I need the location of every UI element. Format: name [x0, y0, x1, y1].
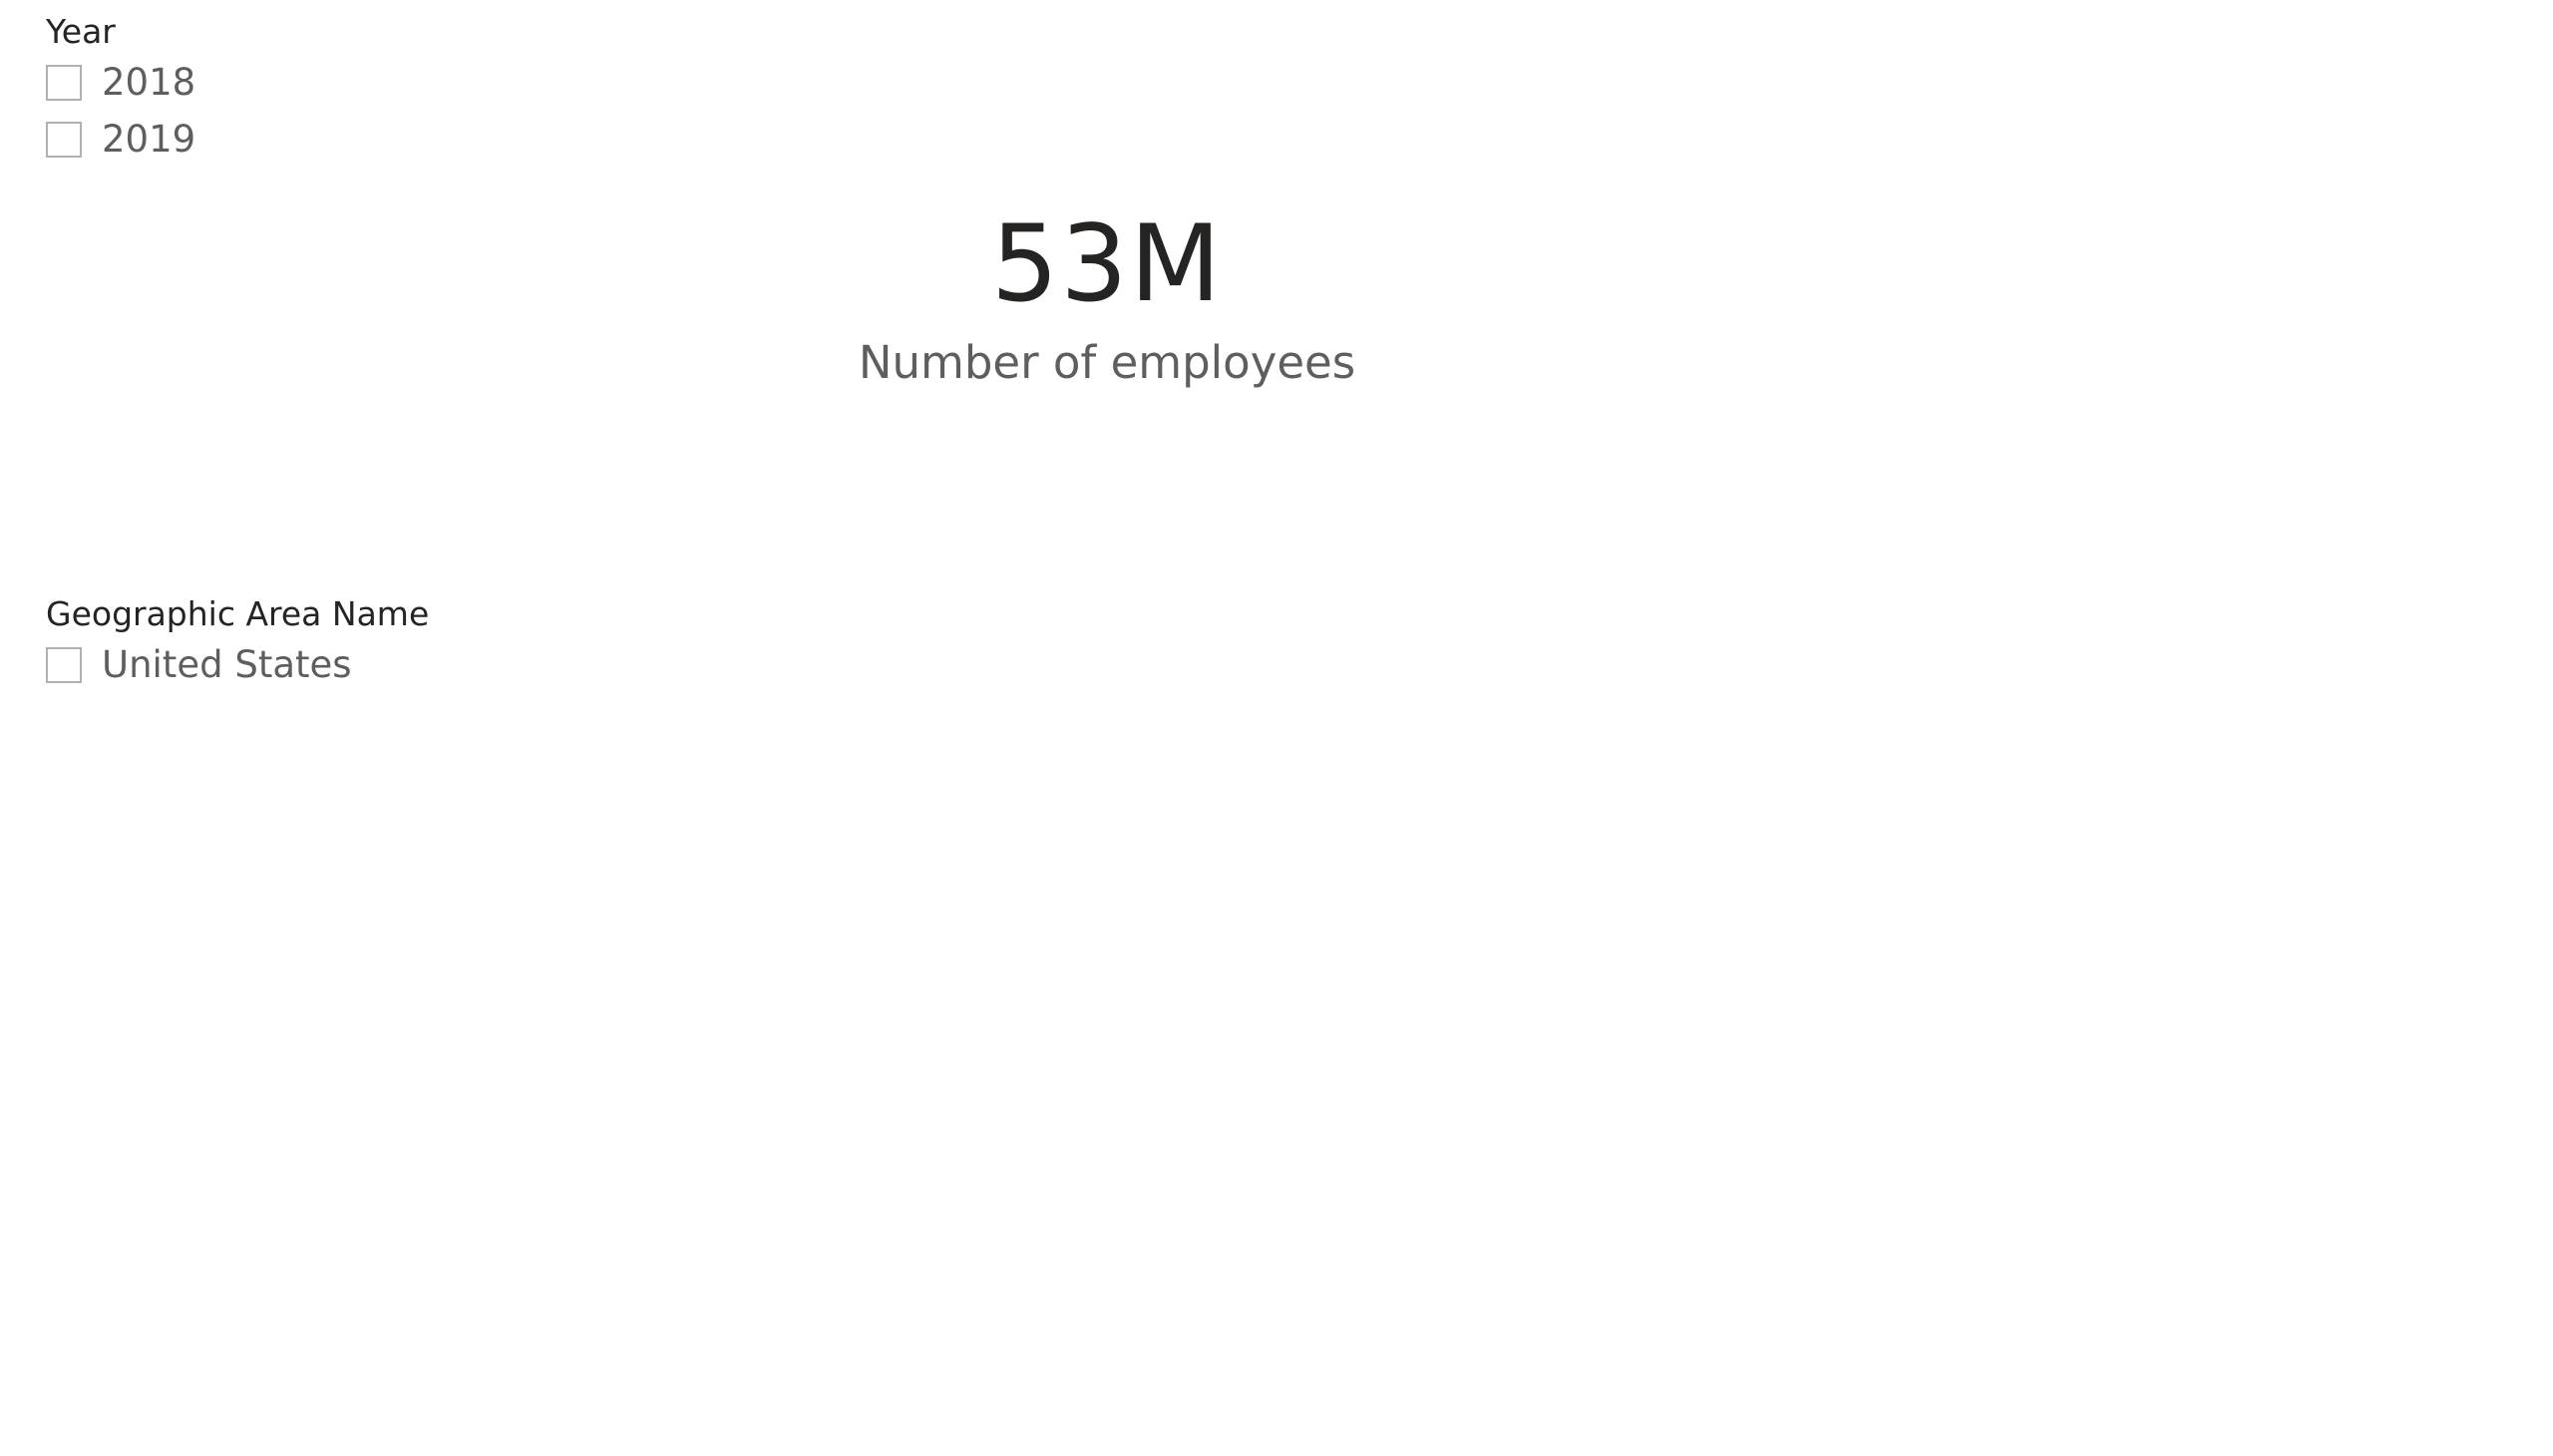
year-option-2019[interactable]: 2019	[46, 111, 445, 168]
checkbox-united-states[interactable]	[46, 646, 82, 683]
geo-option-united-states[interactable]: United States	[46, 636, 644, 693]
year-option-label: 2019	[102, 117, 196, 161]
card-label: Number of employees	[858, 336, 1356, 389]
report-canvas: Year 2018 2019 53M Number of employees G…	[0, 0, 2553, 1456]
card-value: 53M	[990, 202, 1224, 325]
geographic-area-slicer-title: Geographic Area Name	[46, 594, 430, 633]
geo-option-label: United States	[102, 642, 352, 686]
kpi-card: 53M Number of employees	[778, 199, 1436, 409]
year-slicer: Year 2018 2019	[46, 10, 445, 168]
year-option-label: 2018	[102, 60, 196, 104]
checkbox-2018[interactable]	[46, 64, 82, 101]
geographic-area-slicer: Geographic Area Name United States	[46, 592, 644, 693]
checkbox-2019[interactable]	[46, 121, 82, 158]
year-option-2018[interactable]: 2018	[46, 54, 445, 111]
year-slicer-title: Year	[46, 12, 116, 51]
